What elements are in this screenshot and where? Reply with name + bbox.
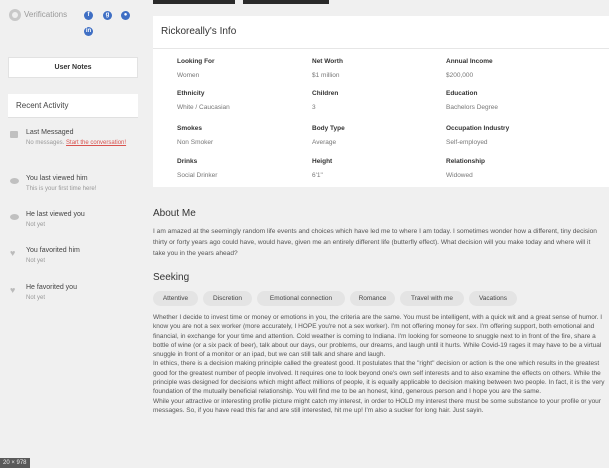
field-label: Body Type (312, 125, 345, 132)
verification-badge-icon (9, 9, 21, 21)
field-label: Annual Income (446, 58, 493, 65)
field-value: Social Drinker (177, 172, 218, 179)
heart-icon: ♥ (10, 248, 16, 258)
field-label: Education (446, 90, 478, 97)
info-title: Rickoreally's Info (161, 26, 237, 37)
activity-title: He last viewed you (26, 211, 85, 218)
field-label: Smokes (177, 125, 202, 132)
activity-sub-text: No messages. (26, 140, 65, 146)
activity-sub: No messages. Start the conversation! (26, 139, 126, 147)
field-value: Self-employed (446, 139, 488, 146)
recent-activity-title: Recent Activity (8, 94, 138, 118)
activity-sub: Not yet (26, 258, 46, 264)
info-field: Occupation Industry Self-employed (446, 125, 576, 146)
field-value: Widowed (446, 172, 473, 179)
seeking-tags: Attentive Discretion Emotional connectio… (153, 291, 609, 307)
info-field: Net Worth $1 million (312, 58, 442, 79)
info-card: Rickoreally's Info Looking For Women Net… (153, 16, 609, 187)
eye-icon (10, 214, 19, 220)
field-label: Ethnicity (177, 90, 205, 97)
field-label: Drinks (177, 158, 198, 165)
activity-title: You last viewed him (26, 175, 88, 182)
message-icon (10, 131, 18, 138)
field-label: Occupation Industry (446, 125, 510, 132)
facebook-icon[interactable]: f (84, 11, 93, 20)
linkedin-icon[interactable]: in (84, 27, 93, 36)
about-heading: About Me (153, 208, 196, 219)
field-value: $200,000 (446, 72, 474, 79)
activity-sub: This is your first time here! (26, 186, 97, 192)
verifications-label: Verifications (24, 10, 68, 19)
verifications-row: Verifications f g ● in (8, 8, 138, 36)
start-conversation-link[interactable]: Start the conversation! (66, 140, 126, 146)
user-notes-button[interactable]: User Notes (8, 57, 138, 78)
field-label: Relationship (446, 158, 486, 165)
info-field: Height 6'1" (312, 158, 442, 179)
activity-title: You favorited him (26, 247, 80, 254)
divider (153, 48, 609, 49)
info-field: Education Bachelors Degree (446, 90, 576, 111)
seeking-paragraph: While your attractive or interesting pro… (153, 397, 601, 414)
about-text: I am amazed at the seemingly random life… (153, 228, 597, 257)
heart-icon: ♥ (10, 285, 16, 295)
info-field: Children 3 (312, 90, 442, 111)
activity-you-viewed: You last viewed him This is your first t… (8, 175, 138, 205)
info-field: Smokes Non Smoker (177, 125, 307, 146)
eye-icon (10, 178, 19, 184)
seeking-paragraph: Whether I decide to invest time or money… (153, 314, 603, 359)
field-value: 3 (312, 104, 316, 111)
profile-main: Rickoreally's Info Looking For Women Net… (153, 0, 609, 468)
field-label: Height (312, 158, 333, 165)
sidebar: Verifications f g ● in User Notes Recent… (8, 0, 138, 468)
info-field: Drinks Social Drinker (177, 158, 307, 179)
activity-last-messaged: Last Messaged No messages. Start the con… (8, 129, 138, 159)
image-dimensions-label: 20 × 978 (0, 458, 30, 468)
tag-vacations[interactable]: Vacations (469, 291, 517, 306)
activity-he-favorited: ♥ He favorited you Not yet (8, 284, 138, 314)
info-field: Relationship Widowed (446, 158, 576, 179)
tag-attentive[interactable]: Attentive (153, 291, 198, 306)
info-field: Annual Income $200,000 (446, 58, 576, 79)
activity-title: Last Messaged (26, 129, 74, 136)
info-field: Body Type Average (312, 125, 442, 146)
google-icon[interactable]: g (103, 11, 112, 20)
field-value: Non Smoker (177, 139, 214, 146)
tag-emotional-connection[interactable]: Emotional connection (257, 291, 345, 306)
activity-sub: Not yet (26, 222, 46, 228)
field-value: $1 million (312, 72, 340, 79)
info-field: Looking For Women (177, 58, 307, 79)
tag-romance[interactable]: Romance (350, 291, 395, 306)
field-value: 6'1" (312, 172, 323, 179)
activity-you-favorited: ♥ You favorited him Not yet (8, 247, 138, 277)
activity-title: He favorited you (26, 284, 77, 291)
tag-travel-with-me[interactable]: Travel with me (400, 291, 464, 306)
field-label: Looking For (177, 58, 215, 65)
info-field: Ethnicity White / Caucasian (177, 90, 307, 111)
field-value: Bachelors Degree (446, 104, 499, 111)
field-value: Average (312, 139, 337, 146)
field-label: Net Worth (312, 58, 343, 65)
tag-discretion[interactable]: Discretion (203, 291, 252, 306)
seeking-text: Whether I decide to invest time or money… (153, 313, 607, 415)
profile-photo[interactable] (243, 0, 329, 4)
seeking-paragraph: In ethics, there is a decision making pr… (153, 360, 605, 396)
user-icon[interactable]: ● (121, 11, 130, 20)
field-value: White / Caucasian (177, 104, 230, 111)
activity-he-viewed: He last viewed you Not yet (8, 211, 138, 241)
field-label: Children (312, 90, 339, 97)
activity-sub: Not yet (26, 295, 46, 301)
profile-photo[interactable] (153, 0, 235, 4)
seeking-heading: Seeking (153, 272, 190, 283)
field-value: Women (177, 72, 200, 79)
